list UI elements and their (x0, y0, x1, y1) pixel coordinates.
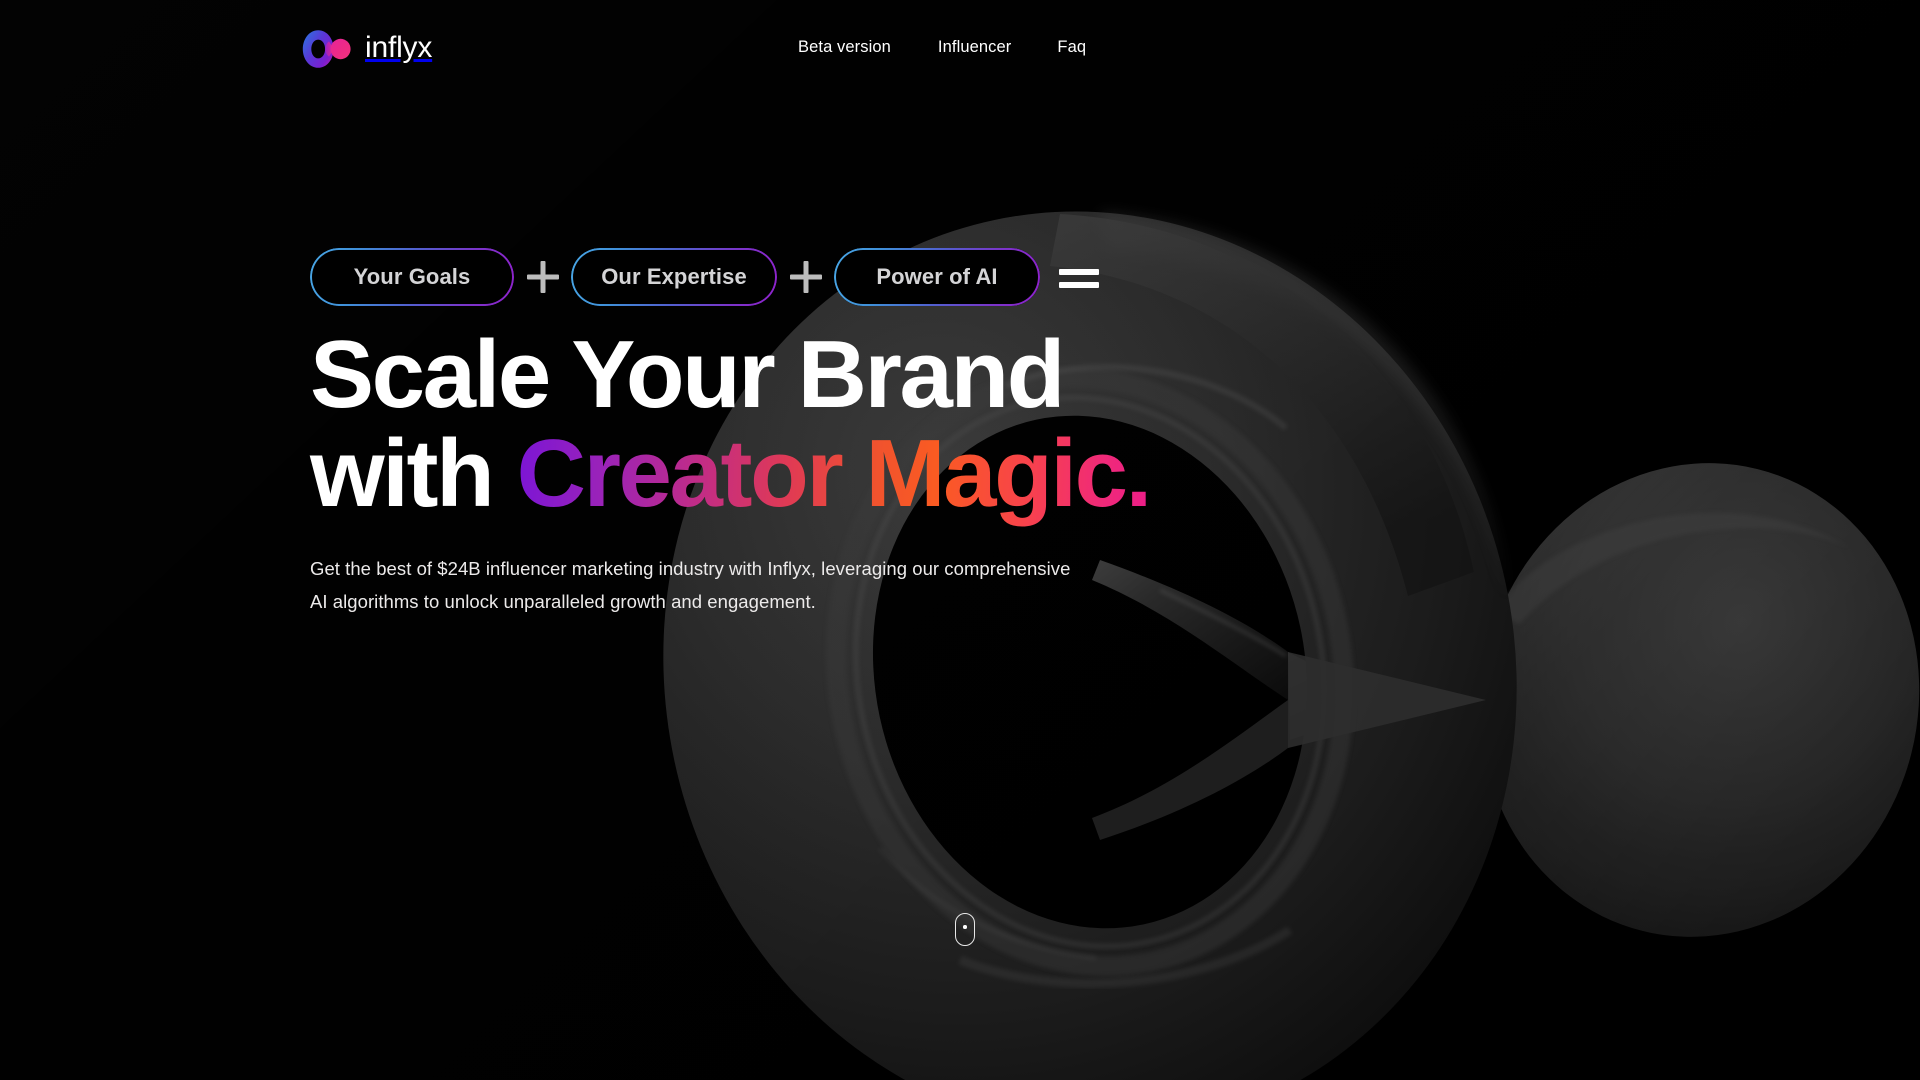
plus-icon (514, 248, 571, 306)
logo-wordmark: inflyx (365, 31, 433, 64)
scroll-down-mouse-icon[interactable] (955, 913, 975, 946)
landing-page: inflyx Beta version Influencer Faq Your … (0, 0, 1920, 1080)
pill-label: Power of AI (876, 264, 998, 289)
nav-item-beta-version[interactable]: Beta version (798, 38, 891, 57)
headline-plain: with (310, 419, 517, 527)
nav-item-faq[interactable]: Faq (1057, 38, 1086, 57)
hero-description: Get the best of $24B influencer marketin… (310, 553, 1410, 619)
pill-your-goals[interactable]: Your Goals (310, 248, 514, 306)
headline-line-2: with Creator Magic. (310, 424, 1410, 524)
pill-label: Your Goals (353, 264, 471, 289)
scroll-indicator-dot (963, 925, 967, 929)
pill-label: Our Expertise (601, 264, 747, 289)
page-title: Scale Your Brand with Creator Magic. (310, 321, 1410, 524)
hero-description-line-1: Get the best of $24B influencer marketin… (310, 557, 1071, 579)
logo-link[interactable]: inflyx (296, 26, 432, 72)
pill-our-expertise[interactable]: Our Expertise (571, 248, 777, 306)
nav-item-influencer[interactable]: Influencer (938, 38, 1011, 57)
pill-power-of-ai[interactable]: Power of AI (834, 248, 1040, 306)
site-header: inflyx Beta version Influencer Faq (0, 0, 1920, 100)
plus-icon (777, 248, 834, 306)
headline-line-1: Scale Your Brand (310, 321, 1065, 428)
equals-icon (1051, 248, 1107, 306)
main-nav: Beta version Influencer Faq (798, 38, 1086, 57)
infinity-loop-icon (302, 30, 351, 68)
hero-section: Your Goals Our Expertise Power of AI Sca… (310, 248, 1410, 619)
hero-description-line-2: AI algorithms to unlock unparalleled gro… (310, 590, 816, 612)
value-formula-row: Your Goals Our Expertise Power of AI (310, 248, 1410, 306)
headline-gradient: Creator Magic. (516, 419, 1153, 527)
